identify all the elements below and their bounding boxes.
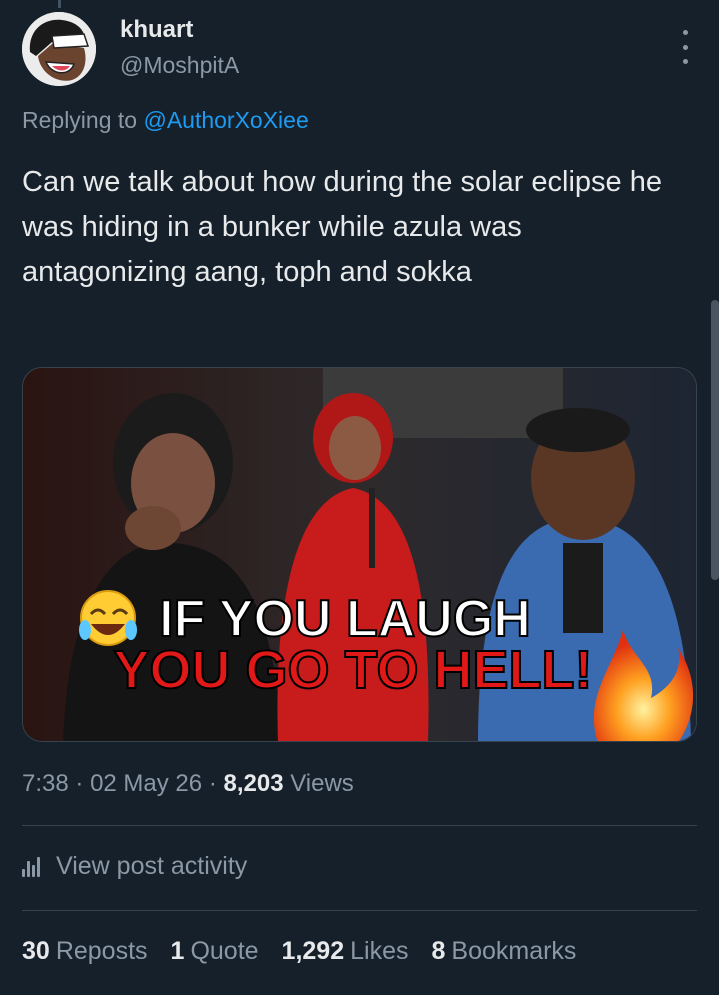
post-meta: 7:38 · 02 May 26 · 8,203 Views: [22, 770, 354, 798]
engagement-stats: 30 Reposts 1 Quote 1,292 Likes 8 Bookmarks: [22, 937, 576, 966]
avatar[interactable]: [22, 12, 96, 86]
replying-to-line: Replying to @AuthorXoXiee: [22, 107, 309, 134]
bookmarks-count: 8: [431, 937, 446, 965]
view-post-activity-label: View post activity: [56, 852, 248, 880]
post-detail-page: khuart @MoshpitA Replying to @AuthorXoXi…: [0, 0, 719, 995]
quote-count: 1: [170, 937, 185, 965]
bookmarks-label: Bookmarks: [451, 937, 577, 965]
author-names: khuart @MoshpitA: [120, 16, 239, 80]
more-options-icon[interactable]: [678, 30, 692, 64]
post-time[interactable]: 7:38: [22, 770, 69, 797]
author-display-name[interactable]: khuart: [120, 16, 239, 44]
divider: [22, 825, 697, 826]
tweet-media-image[interactable]: IF YOU LAUGH YOU GO TO HELL!: [22, 367, 697, 742]
likes-label: Likes: [350, 937, 409, 965]
tweet-text: Can we talk about how during the solar e…: [22, 166, 662, 288]
meta-separator: ·: [75, 770, 84, 797]
likes-stat[interactable]: 1,292 Likes: [282, 937, 409, 966]
author-handle[interactable]: @MoshpitA: [120, 50, 239, 80]
quote-label: Quote: [190, 937, 259, 965]
reposts-stat[interactable]: 30 Reposts: [22, 937, 148, 966]
scrollbar[interactable]: [711, 300, 719, 580]
bookmarks-stat[interactable]: 8 Bookmarks: [431, 937, 576, 966]
reposts-count: 30: [22, 937, 50, 965]
views-count: 8,203: [223, 770, 284, 797]
views-label: Views: [290, 770, 354, 797]
replying-to-label: Replying to: [22, 107, 138, 133]
divider: [22, 910, 697, 911]
post-date[interactable]: 02 May 26: [90, 770, 202, 797]
replying-to-mention-link[interactable]: @AuthorXoXiee: [143, 107, 308, 133]
reposts-label: Reposts: [55, 937, 148, 965]
media-caption-line2: YOU GO TO HELL!: [113, 640, 592, 700]
likes-count: 1,292: [281, 937, 345, 965]
view-post-activity-link[interactable]: View post activity: [22, 852, 247, 881]
meta-separator: ·: [208, 770, 217, 797]
quotes-stat[interactable]: 1 Quote: [171, 937, 259, 966]
analytics-icon: [22, 856, 40, 877]
post-header: khuart @MoshpitA: [22, 12, 698, 90]
thread-connector-line: [58, 0, 61, 8]
